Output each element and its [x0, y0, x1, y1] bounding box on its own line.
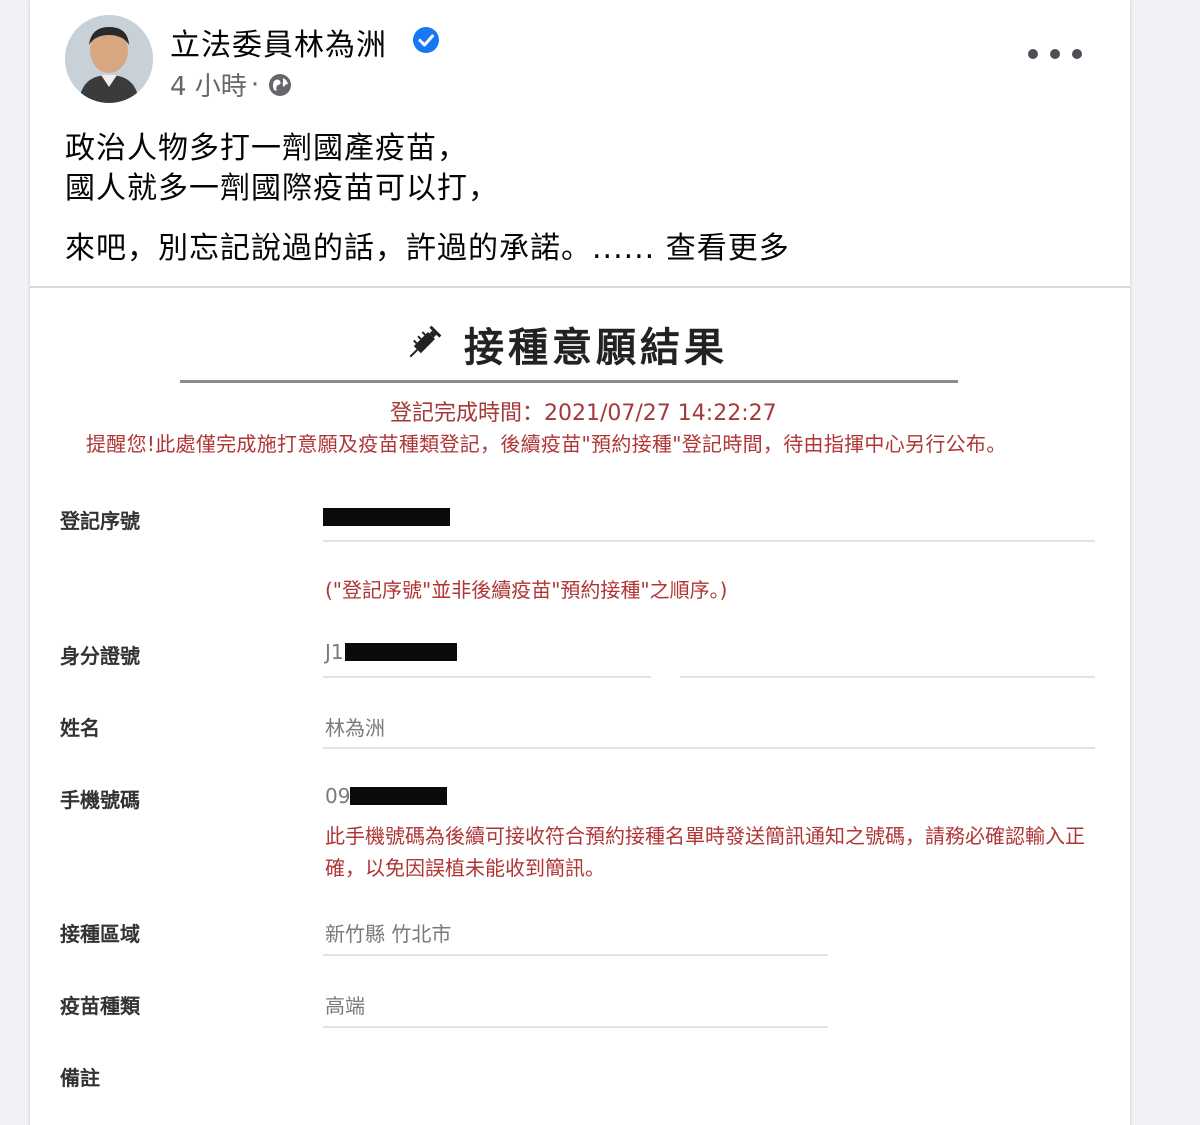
post-time[interactable]: 4 小時 — [170, 66, 247, 103]
meta-separator: · — [250, 69, 260, 100]
post-divider — [30, 286, 1130, 288]
globe-icon — [269, 73, 292, 96]
syringe-icon — [409, 325, 442, 358]
id-label: 身分證號 — [60, 644, 140, 668]
serial-redaction — [323, 508, 450, 526]
id-redaction — [345, 643, 457, 661]
avatar-image — [65, 15, 153, 103]
registration-time: 登記完成時間：2021/07/27 14:22:27 — [390, 401, 777, 426]
id-underline-2 — [680, 676, 1095, 678]
region-value: 新竹縣 竹北市 — [325, 922, 452, 946]
phone-label: 手機號碼 — [60, 788, 140, 812]
result-heading: 接種意願結果 — [400, 315, 728, 373]
id-prefix: J1 — [325, 640, 344, 664]
result-title: 接種意願結果 — [464, 325, 728, 371]
name-value: 林為洲 — [325, 716, 385, 740]
post-text-line: 來吧，別忘記說過的話，許過的承諾。...... — [65, 231, 656, 266]
vaccine-label: 疫苗種類 — [60, 994, 140, 1018]
name-underline — [323, 747, 1095, 749]
see-more-link[interactable]: 查看更多 — [666, 231, 790, 266]
reminder-text: 提醒您!此處僅完成施打意願及疫苗種類登記，後續疫苗"預約接種"登記時間，待由指揮… — [86, 432, 1007, 456]
verified-icon — [413, 27, 439, 53]
more-icon-dot — [1028, 49, 1038, 59]
more-icon-dot — [1050, 49, 1060, 59]
phone-redaction — [350, 787, 447, 805]
region-label: 接種區域 — [60, 922, 140, 946]
avatar[interactable] — [65, 15, 153, 103]
more-icon-dot — [1072, 49, 1082, 59]
vaccine-value: 高端 — [325, 994, 365, 1018]
post-text-line: 國人就多一劑國際疫苗可以打， — [65, 171, 499, 206]
more-options-button[interactable] — [1028, 42, 1082, 66]
post-text-line: 政治人物多打一劑國產疫苗， — [65, 131, 468, 166]
serial-note: ("登記序號"並非後續疫苗"預約接種"之順序。) — [325, 578, 728, 602]
name-label: 姓名 — [60, 716, 100, 740]
phone-note: 此手機號碼為後續可接收符合預約接種名單時發送簡訊通知之號碼，請務必確認輸入正確，… — [325, 824, 1085, 880]
id-underline — [323, 676, 651, 678]
post-card: 立法委員林為洲 4 小時 · 政治人物多打一劑國產疫苗， 國人就多一劑國際疫苗可… — [30, 0, 1130, 1125]
remarks-label: 備註 — [60, 1066, 100, 1090]
author-name[interactable]: 立法委員林為洲 — [170, 20, 387, 64]
region-underline — [323, 954, 828, 956]
vaccine-underline — [323, 1026, 828, 1028]
post-meta: 4 小時 · — [170, 66, 293, 103]
serial-label: 登記序號 — [60, 509, 140, 533]
post-text-line-last: 來吧，別忘記說過的話，許過的承諾。...... 查看更多 — [65, 223, 1085, 267]
serial-underline — [323, 540, 1095, 542]
phone-prefix: 09 — [325, 784, 351, 808]
heading-rule — [180, 380, 958, 383]
